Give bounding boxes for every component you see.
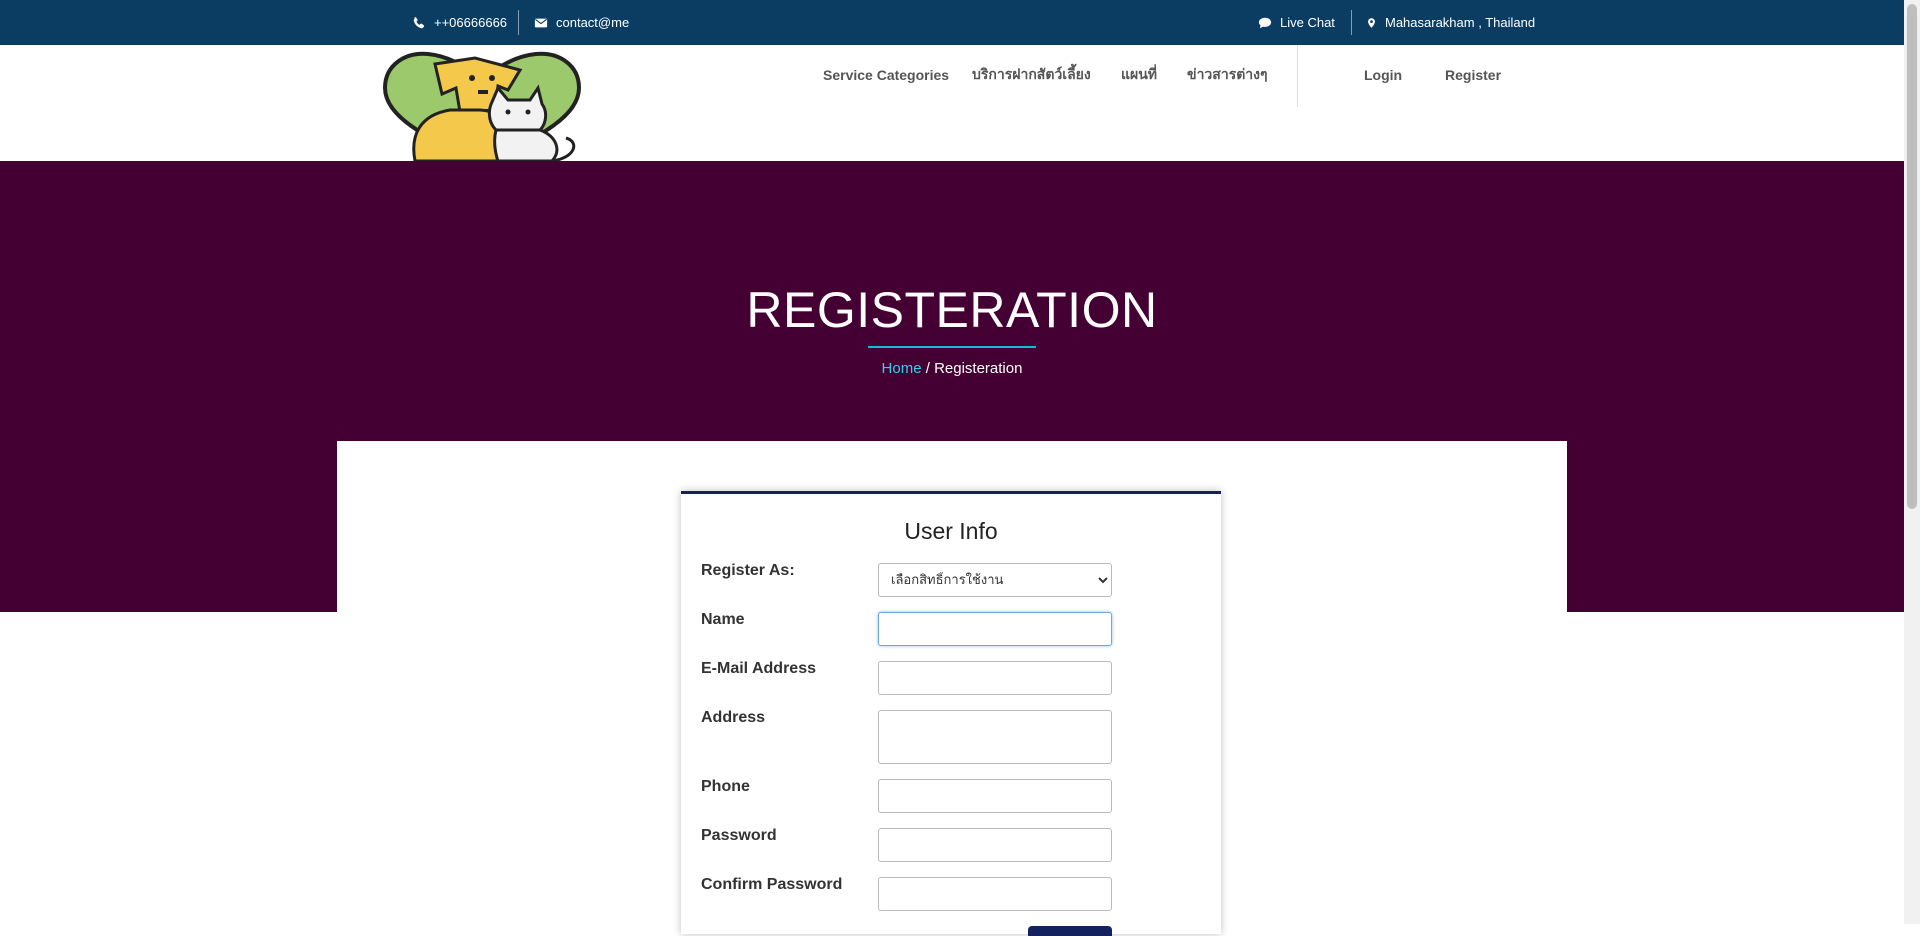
top-bar: ++06666666 contact@me Live Chat Mahasara… — [0, 0, 1904, 45]
password-label: Password — [701, 827, 777, 844]
phone-contact[interactable]: ++06666666 — [412, 0, 507, 45]
title-underline — [868, 346, 1036, 348]
location-info: Mahasarakham , Thailand — [1366, 0, 1535, 45]
register-as-label: Register As: — [701, 562, 795, 579]
name-label: Name — [701, 611, 745, 628]
breadcrumb-home-link[interactable]: Home — [882, 360, 922, 377]
register-submit-button[interactable] — [1028, 926, 1112, 936]
auth-nav: Login — [1364, 45, 1402, 105]
login-link[interactable]: Login — [1364, 67, 1402, 83]
main-nav: แผนที่ — [1121, 45, 1157, 105]
live-chat-text: Live Chat — [1280, 15, 1335, 30]
breadcrumb-separator: / — [925, 360, 930, 377]
chat-bubble-icon — [1258, 17, 1272, 28]
email-field[interactable] — [878, 661, 1112, 695]
form-title: User Info — [904, 518, 998, 544]
nav-divider — [1297, 45, 1298, 107]
confirm-password-label: Confirm Password — [701, 876, 843, 893]
map-marker-icon — [1368, 17, 1375, 28]
nav-item-news[interactable]: ข่าวสารต่างๆ — [1187, 64, 1268, 86]
topbar-divider — [1351, 10, 1352, 35]
nav-item-service-categories[interactable]: Service Categories — [823, 67, 949, 83]
email-text: contact@me — [556, 15, 630, 30]
confirm-password-field[interactable] — [878, 877, 1112, 911]
envelope-icon — [534, 18, 548, 27]
phone-field[interactable] — [878, 779, 1112, 813]
auth-nav: Register — [1445, 45, 1501, 105]
phone-label: Phone — [701, 778, 750, 795]
page-scrollbar[interactable] — [1904, 0, 1920, 924]
register-link[interactable]: Register — [1445, 67, 1501, 83]
main-nav: ข่าวสารต่างๆ — [1187, 45, 1268, 105]
nav-item-map[interactable]: แผนที่ — [1121, 64, 1157, 86]
topbar-divider — [518, 10, 519, 35]
breadcrumb: Home / Registeration — [0, 360, 1904, 377]
main-nav: บริการฝากสัตว์เลี้ยง — [972, 45, 1091, 105]
pet-logo[interactable] — [380, 50, 585, 161]
page-title: REGISTERATION — [746, 282, 1158, 338]
address-field[interactable] — [878, 710, 1112, 764]
address-label: Address — [701, 709, 766, 726]
email-label: E-Mail Address — [701, 660, 816, 677]
phone-icon — [413, 16, 425, 28]
register-as-select[interactable]: เลือกสิทธิ์การใช้งาน — [878, 563, 1112, 597]
location-text: Mahasarakham , Thailand — [1385, 15, 1536, 30]
user-info-card: User Info Register As: เลือกสิทธิ์การใช้… — [681, 491, 1221, 936]
email-contact[interactable]: contact@me — [534, 0, 629, 45]
password-field[interactable] — [878, 828, 1112, 862]
live-chat-link[interactable]: Live Chat — [1258, 0, 1335, 45]
main-nav: Service Categories — [823, 45, 949, 105]
name-field[interactable] — [878, 612, 1112, 646]
phone-text: ++06666666 — [434, 15, 508, 30]
site-header: Service Categories บริการฝากสัตว์เลี้ยง … — [0, 45, 1904, 161]
breadcrumb-current: Registeration — [934, 360, 1023, 377]
nav-item-pet-boarding[interactable]: บริการฝากสัตว์เลี้ยง — [972, 64, 1091, 86]
scrollbar-thumb[interactable] — [1907, 4, 1917, 509]
